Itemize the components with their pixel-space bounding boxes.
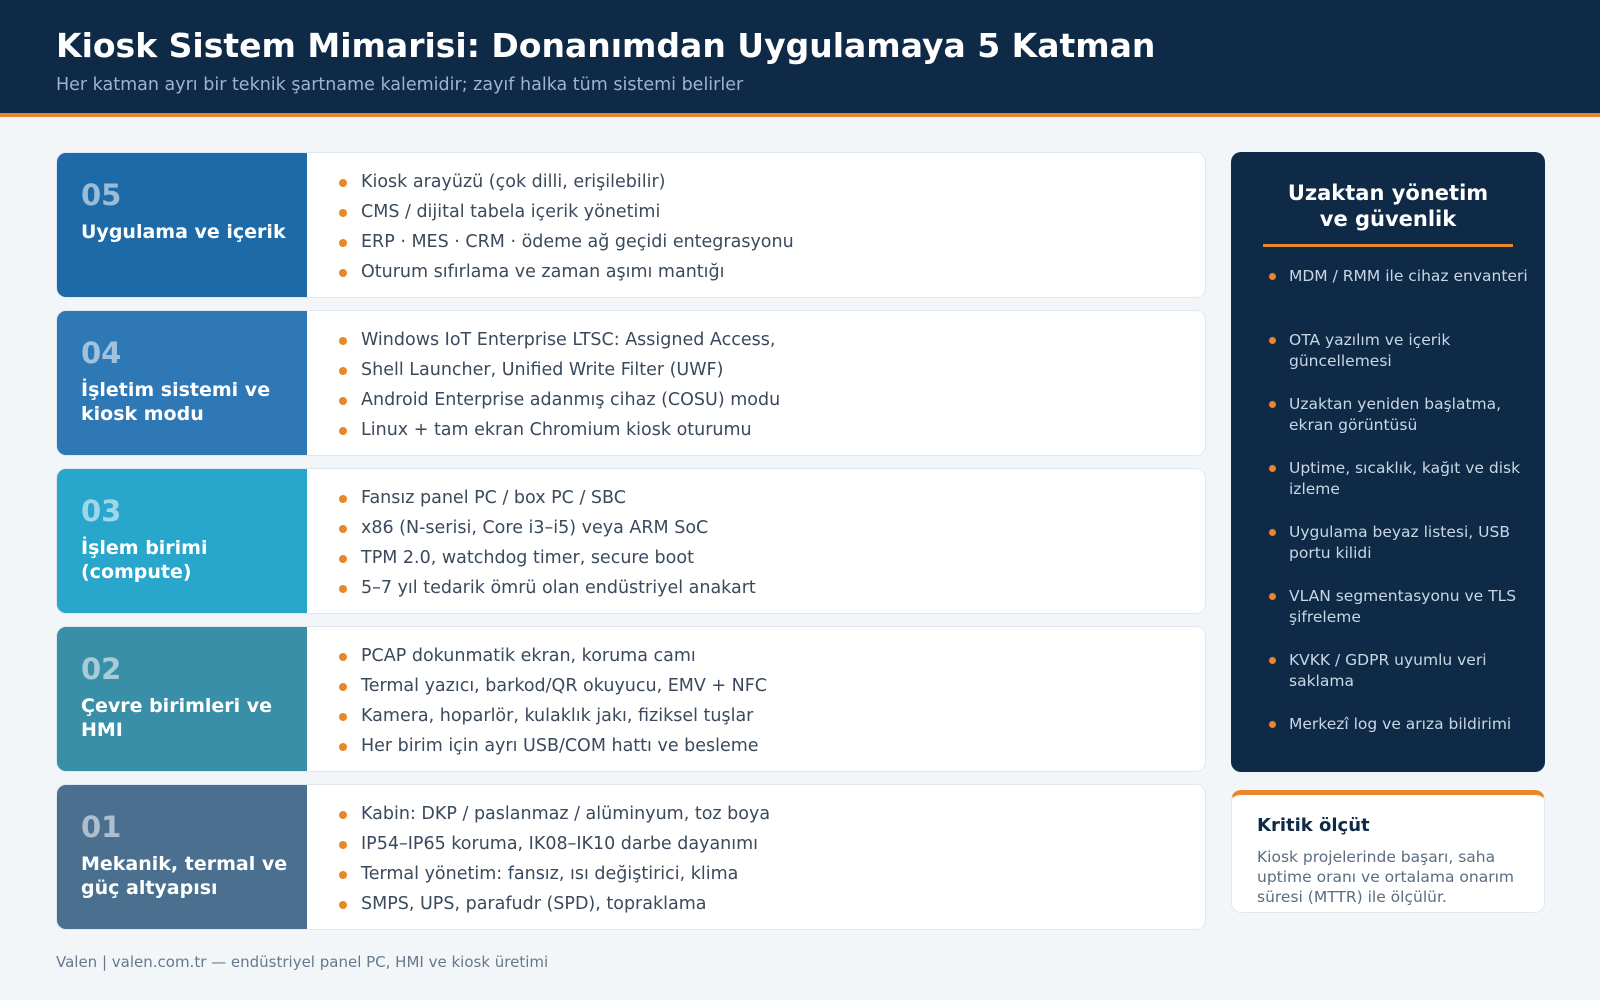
layer-item: IP54–IP65 koruma, IK08–IK10 darbe dayanı… [339, 829, 770, 859]
layer-label-01: 01 Mekanik, termal ve güç altyapısı [57, 785, 307, 929]
panel-item-list: MDM / RMM ile cihaz envanteri OTA yazılı… [1269, 266, 1529, 778]
layer-item: Shell Launcher, Unified Write Filter (UW… [339, 355, 780, 385]
layer-name: Uygulama ve içerik [81, 221, 286, 243]
panel-item: Merkezî log ve arıza bildirimi [1269, 714, 1529, 778]
layer-item: Windows IoT Enterprise LTSC: Assigned Ac… [339, 325, 780, 355]
layer-item-list: Fansız panel PC / box PC / SBC x86 (N-se… [339, 483, 756, 603]
layer-number: 01 [81, 810, 122, 844]
panel-item: OTA yazılım ve içerik güncellemesi [1269, 330, 1529, 394]
critical-title: Kritik ölçüt [1257, 815, 1370, 836]
layer-item-list: Kabin: DKP / paslanmaz / alüminyum, toz … [339, 799, 770, 919]
layer-item: CMS / dijital tabela içerik yönetimi [339, 197, 794, 227]
layer-item: Her birim için ayrı USB/COM hattı ve bes… [339, 731, 767, 761]
layer-number: 05 [81, 178, 122, 212]
layer-name: İşletim sistemi ve kiosk modu [81, 379, 271, 425]
page-title: Kiosk Sistem Mimarisi: Donanımdan Uygula… [56, 26, 1156, 65]
layer-item: Oturum sıfırlama ve zaman aşımı mantığı [339, 257, 794, 287]
panel-item: VLAN segmentasyonu ve TLS şifreleme [1269, 586, 1529, 650]
layer-item: ERP · MES · CRM · ödeme ağ geçidi entegr… [339, 227, 794, 257]
layer-number: 04 [81, 336, 122, 370]
layer-card-02: 02 Çevre birimleri ve HMI PCAP dokunmati… [56, 626, 1206, 772]
layer-card-03: 03 İşlem birimi (compute) Fansız panel P… [56, 468, 1206, 614]
layer-item: TPM 2.0, watchdog timer, secure boot [339, 543, 756, 573]
layer-item-list: PCAP dokunmatik ekran, koruma camı Terma… [339, 641, 767, 761]
layer-label-03: 03 İşlem birimi (compute) [57, 469, 307, 613]
layer-label-05: 05 Uygulama ve içerik [57, 153, 307, 297]
layer-card-01: 01 Mekanik, termal ve güç altyapısı Kabi… [56, 784, 1206, 930]
layer-name: Mekanik, termal ve güç altyapısı [81, 853, 288, 899]
panel-title: Uzaktan yönetim ve güvenlik [1231, 180, 1545, 232]
layer-name: Çevre birimleri ve HMI [81, 695, 273, 741]
layer-card-05: 05 Uygulama ve içerik Kiosk arayüzü (çok… [56, 152, 1206, 298]
layer-number: 02 [81, 652, 122, 686]
layer-item: x86 (N-serisi, Core i3–i5) veya ARM SoC [339, 513, 756, 543]
panel-title-line-1: Uzaktan yönetim [1287, 181, 1489, 205]
layer-item-list: Windows IoT Enterprise LTSC: Assigned Ac… [339, 325, 780, 445]
layer-item: Fansız panel PC / box PC / SBC [339, 483, 756, 513]
panel-item: Uzaktan yeniden başlatma, ekran görüntüs… [1269, 394, 1529, 458]
layer-item: Kabin: DKP / paslanmaz / alüminyum, toz … [339, 799, 770, 829]
panel-item: MDM / RMM ile cihaz envanteri [1269, 266, 1529, 330]
layer-item: PCAP dokunmatik ekran, koruma camı [339, 641, 767, 671]
layer-item: Linux + tam ekran Chromium kiosk oturumu [339, 415, 780, 445]
layer-item: Termal yazıcı, barkod/QR okuyucu, EMV + … [339, 671, 767, 701]
panel-item: Uptime, sıcaklık, kağıt ve disk izleme [1269, 458, 1529, 522]
layer-number: 03 [81, 494, 122, 528]
footer-credit: Valen | valen.com.tr — endüstriyel panel… [56, 953, 549, 971]
critical-text: Kiosk projelerinde başarı, saha uptime o… [1257, 848, 1514, 906]
page-subtitle: Her katman ayrı bir teknik şartname kale… [56, 75, 744, 95]
layer-item: Termal yönetim: fansız, ısı değiştirici,… [339, 859, 770, 889]
layer-label-04: 04 İşletim sistemi ve kiosk modu [57, 311, 307, 455]
panel-item: Uygulama beyaz listesi, USB portu kilidi [1269, 522, 1529, 586]
layer-item: Android Enterprise adanmış cihaz (COSU) … [339, 385, 780, 415]
panel-item: KVKK / GDPR uyumlu veri saklama [1269, 650, 1529, 714]
layer-item: 5–7 yıl tedarik ömrü olan endüstriyel an… [339, 573, 756, 603]
layer-name: İşlem birimi (compute) [81, 537, 208, 583]
panel-divider [1263, 244, 1513, 247]
page-header: Kiosk Sistem Mimarisi: Donanımdan Uygula… [0, 0, 1600, 117]
layer-label-02: 02 Çevre birimleri ve HMI [57, 627, 307, 771]
layer-item: Kamera, hoparlör, kulaklık jakı, fizikse… [339, 701, 767, 731]
critical-metric-card: Kritik ölçüt Kiosk projelerinde başarı, … [1231, 790, 1545, 913]
panel-title-line-2: ve güvenlik [1319, 207, 1457, 231]
layer-card-04: 04 İşletim sistemi ve kiosk modu Windows… [56, 310, 1206, 456]
layer-item: SMPS, UPS, parafudr (SPD), topraklama [339, 889, 770, 919]
layer-item-list: Kiosk arayüzü (çok dilli, erişilebilir) … [339, 167, 794, 287]
layer-item: Kiosk arayüzü (çok dilli, erişilebilir) [339, 167, 794, 197]
remote-management-panel: Uzaktan yönetim ve güvenlik MDM / RMM il… [1231, 152, 1545, 772]
